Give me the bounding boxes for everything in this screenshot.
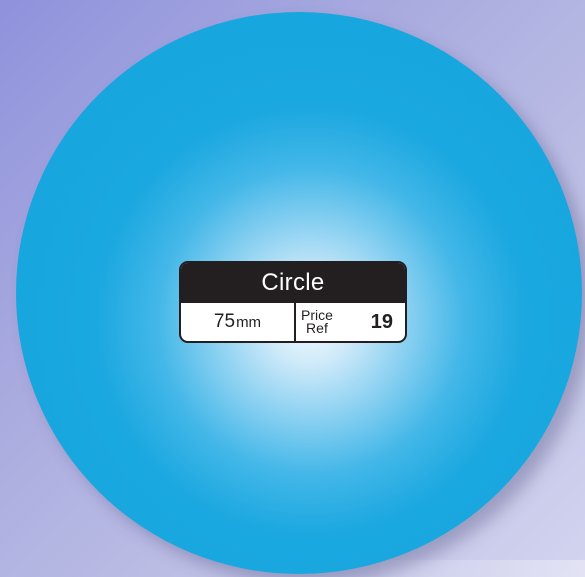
size-value: 75 xyxy=(213,311,236,332)
size-unit: mm xyxy=(236,313,262,331)
label-details-row: 75 mm Price Ref 19 xyxy=(181,303,405,341)
price-ref-value: 19 xyxy=(370,310,393,333)
price-ref-label-line2: Ref xyxy=(306,320,328,336)
price-ref-label: Price Ref xyxy=(301,308,333,336)
product-label: Circle 75 mm Price Ref 19 xyxy=(179,261,407,343)
price-ref-cell: Price Ref 19 xyxy=(296,303,405,341)
size-cell: 75 mm xyxy=(181,303,296,341)
shape-title: Circle xyxy=(181,263,405,303)
